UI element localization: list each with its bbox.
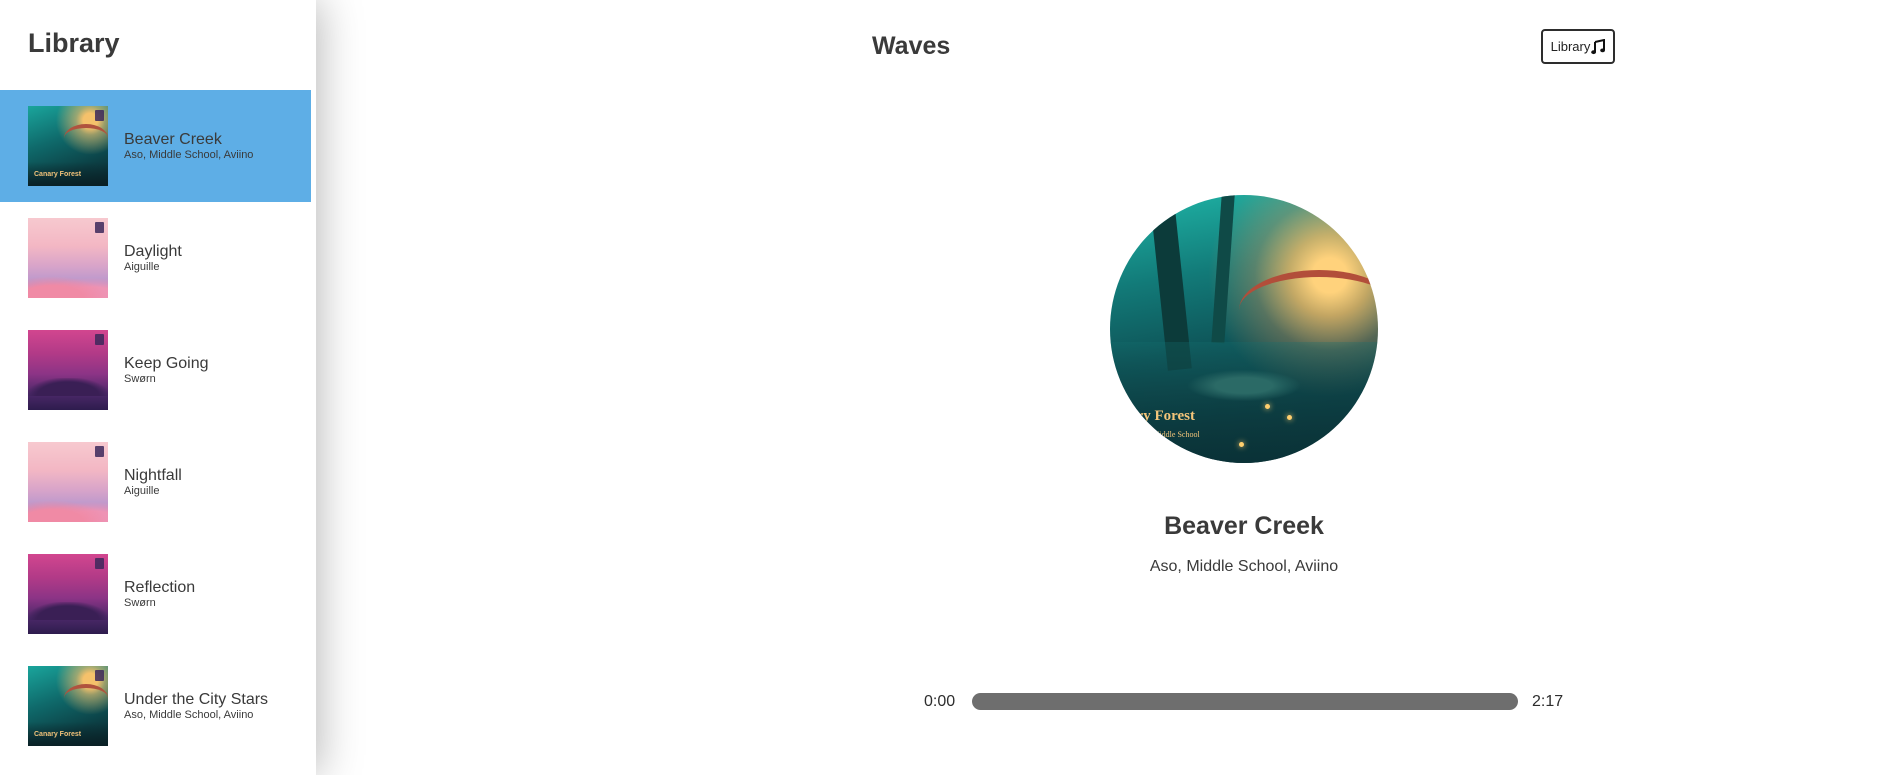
track-artist: Aiguille xyxy=(124,485,160,497)
track-artist: Swørn xyxy=(124,597,156,609)
track-artist: Aso, Middle School, Aviino xyxy=(124,149,254,161)
cover-caption: Canary Forest xyxy=(34,171,82,178)
current-time: 0:00 xyxy=(924,693,956,710)
album-art-subcaption: Aso x Middle School xyxy=(1131,429,1200,439)
cover-badge-icon xyxy=(95,222,104,233)
album-cover-pink-sky-icon xyxy=(28,218,108,298)
track-name: Reflection xyxy=(124,579,196,596)
track-name: Nightfall xyxy=(124,467,182,484)
track-item-beaver-creek[interactable]: Canary Forest Beaver Creek Aso, Middle S… xyxy=(0,90,311,202)
album-cover-pink-sky-icon xyxy=(28,442,108,522)
song-artist: Aso, Middle School, Aviino xyxy=(1149,558,1339,575)
sidebar-title: Library xyxy=(28,28,120,58)
total-time: 2:17 xyxy=(1532,693,1564,710)
album-cover-forest-icon: Canary Forest xyxy=(28,666,108,746)
track-item-under-the-city-stars[interactable]: Canary Forest Under the City Stars Aso, … xyxy=(0,650,311,762)
cover-badge-icon xyxy=(95,446,104,457)
music-note-icon xyxy=(1591,38,1606,54)
library-toggle-button[interactable]: Library xyxy=(1541,29,1615,64)
track-item-nightfall[interactable]: Nightfall Aiguille xyxy=(0,426,311,538)
player-main: Waves Library nary Forest Aso x Middle S… xyxy=(316,0,1882,775)
track-item-keep-going[interactable]: Keep Going Swørn xyxy=(0,314,311,426)
app-title: Waves xyxy=(872,32,951,60)
track-artist: Aso, Middle School, Aviino xyxy=(124,709,254,721)
library-sidebar: Library Canary Forest Beaver Creek Aso, … xyxy=(0,0,316,775)
cover-badge-icon xyxy=(95,558,104,569)
track-artist: Swørn xyxy=(124,373,156,385)
track-name: Under the City Stars xyxy=(124,691,269,708)
album-art-caption: nary Forest xyxy=(1120,408,1196,425)
album-cover-magenta-sky-icon xyxy=(28,330,108,410)
cover-badge-icon xyxy=(95,110,104,121)
cover-caption: Canary Forest xyxy=(34,731,82,738)
album-cover-magenta-sky-icon xyxy=(28,554,108,634)
cover-badge-icon xyxy=(95,334,104,345)
album-art-forest-icon: nary Forest Aso x Middle School xyxy=(1110,195,1378,463)
track-name: Beaver Creek xyxy=(124,131,222,148)
track-item-daylight[interactable]: Daylight Aiguille xyxy=(0,202,311,314)
progress-bar[interactable] xyxy=(972,693,1518,710)
track-name: Keep Going xyxy=(124,355,209,372)
library-button-label: Library xyxy=(1550,39,1591,54)
track-artist: Aiguille xyxy=(124,261,160,273)
track-list: Canary Forest Beaver Creek Aso, Middle S… xyxy=(0,90,311,762)
album-cover-forest-icon: Canary Forest xyxy=(28,106,108,186)
cover-badge-icon xyxy=(95,670,104,681)
track-item-reflection[interactable]: Reflection Swørn xyxy=(0,538,311,650)
song-title: Beaver Creek xyxy=(1164,512,1324,540)
track-name: Daylight xyxy=(124,243,182,260)
